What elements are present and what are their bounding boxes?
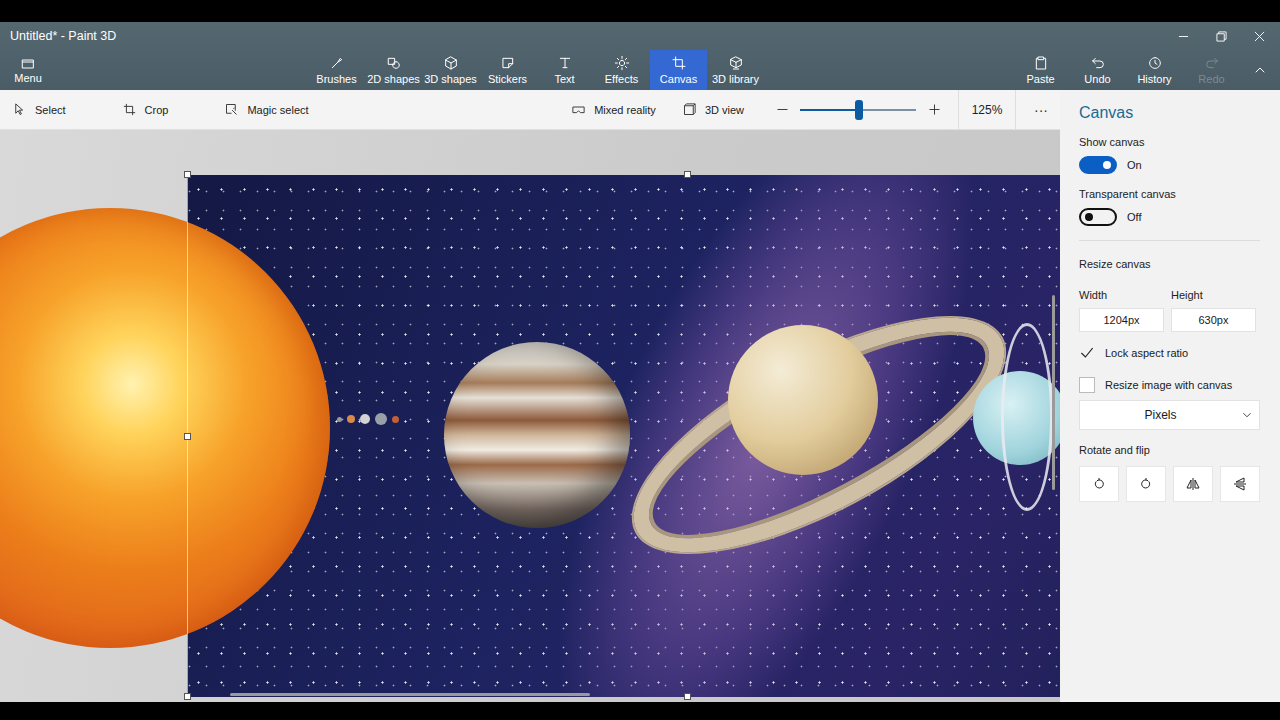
minimize-icon (1178, 31, 1189, 42)
tool-icon (671, 55, 687, 71)
action-icon (1147, 55, 1163, 71)
zoom-reading: 125% (971, 103, 1003, 117)
sub-toolbar: Select Crop Magic select Mixed reality 3D vi… (0, 90, 1060, 130)
size-input[interactable]: 630px (1171, 308, 1256, 332)
sub-tool-icon (122, 102, 137, 117)
rotate-flip-icon (1138, 476, 1154, 492)
chevron-up-icon (1252, 62, 1268, 78)
inner-planets[interactable] (337, 413, 399, 425)
checkbox[interactable] (1079, 377, 1095, 393)
plus-icon (927, 102, 942, 117)
toggle-switch[interactable] (1079, 156, 1117, 174)
bottom-strip (0, 702, 1280, 720)
rotate-flip-button[interactable] (1126, 466, 1166, 502)
tool-icon (614, 55, 630, 71)
units-dropdown[interactable]: Pixels (1079, 400, 1260, 430)
resize-handle[interactable] (684, 171, 691, 178)
title-bar: Untitled* - Paint 3D Menu Brushes2D shapes… (0, 22, 1280, 90)
size-field: Width1204px (1079, 289, 1164, 332)
resize-handle[interactable] (184, 171, 191, 178)
tool-icon (557, 55, 573, 71)
tool-tab[interactable]: Canvas (650, 50, 707, 90)
sub-tool-icon (224, 102, 239, 117)
collapse-button[interactable] (1240, 50, 1280, 90)
toggle-switch[interactable] (1079, 208, 1117, 226)
tool-tab[interactable]: Brushes (308, 50, 365, 90)
tool-tab[interactable]: 3D shapes (422, 50, 479, 90)
action-icon (1033, 55, 1049, 71)
chevron-down-icon (1241, 409, 1253, 421)
panel-title: Canvas (1079, 104, 1260, 122)
tool-tab[interactable]: Stickers (479, 50, 536, 90)
window-title: Untitled* - Paint 3D (0, 29, 116, 43)
rotate-flip-button[interactable] (1079, 466, 1119, 502)
sub-tool-icon (12, 102, 27, 117)
toggle-setting: Show canvasOn (1079, 136, 1260, 174)
action-button[interactable]: Redo (1183, 50, 1240, 90)
action-icon (1090, 55, 1106, 71)
sub-tool-button[interactable]: Select (12, 102, 66, 117)
rotate-flip-button[interactable] (1173, 466, 1213, 502)
action-button[interactable]: Paste (1012, 50, 1069, 90)
zoom-out-button[interactable] (770, 98, 794, 122)
zoom-slider[interactable] (800, 99, 916, 121)
horizontal-scrollbar[interactable] (230, 693, 590, 696)
restore-button[interactable] (1202, 22, 1240, 50)
toggle-setting: Transparent canvasOff (1079, 188, 1260, 226)
tool-tab[interactable]: Effects (593, 50, 650, 90)
rotate-flip-button[interactable] (1220, 466, 1260, 502)
checkmark-icon (1079, 345, 1095, 361)
close-button[interactable] (1240, 22, 1278, 50)
tool-icon (329, 55, 345, 71)
view-button[interactable]: 3D view (682, 102, 744, 117)
top-strip (0, 0, 1280, 22)
rotate-flip-icon (1091, 476, 1107, 492)
menu-button[interactable]: Menu (8, 50, 48, 90)
sub-tool-button[interactable]: Magic select (224, 102, 308, 117)
tool-tab[interactable]: 3D library (707, 50, 764, 90)
jupiter[interactable] (444, 342, 630, 528)
rotate-flip-icon (1185, 476, 1201, 492)
restore-icon (1216, 31, 1227, 42)
uranus-ring[interactable] (1001, 323, 1053, 511)
minimize-button[interactable] (1164, 22, 1202, 50)
checkbox-option[interactable]: Lock aspect ratio (1079, 342, 1260, 364)
tool-icon (500, 55, 516, 71)
canvas-panel: Canvas Show canvasOn Transparent canvasOff… (1060, 90, 1280, 702)
action-button[interactable]: Undo (1069, 50, 1126, 90)
sub-tool-button[interactable]: Crop (122, 102, 169, 117)
uranus[interactable] (973, 371, 1060, 465)
saturn[interactable] (728, 325, 878, 475)
tool-icon (386, 55, 402, 71)
size-input[interactable]: 1204px (1079, 308, 1164, 332)
more-button[interactable]: ··· (1028, 102, 1054, 118)
vertical-scrollbar[interactable] (1052, 295, 1055, 490)
zoom-thumb[interactable] (855, 100, 863, 120)
tool-icon (728, 55, 744, 71)
size-field: Height630px (1171, 289, 1256, 332)
checkbox-option[interactable]: Resize image with canvas (1079, 374, 1260, 396)
canvas-frame (187, 175, 1060, 697)
paint-3d-window: Untitled* - Paint 3D Menu Brushes2D shapes… (0, 0, 1280, 720)
action-icon (1204, 55, 1220, 71)
zoom-in-button[interactable] (922, 98, 946, 122)
workspace (0, 130, 1060, 702)
view-icon (571, 102, 586, 117)
view-button[interactable]: Mixed reality (571, 102, 656, 117)
folder-icon (20, 56, 36, 72)
tool-icon (443, 55, 459, 71)
rotate-flip-icon (1232, 476, 1248, 492)
tool-tab[interactable]: 2D shapes (365, 50, 422, 90)
close-icon (1254, 31, 1265, 42)
resize-handle[interactable] (184, 693, 191, 700)
action-button[interactable]: History (1126, 50, 1183, 90)
view-icon (682, 102, 697, 117)
minus-icon (775, 102, 790, 117)
resize-handle[interactable] (184, 433, 191, 440)
tool-tab[interactable]: Text (536, 50, 593, 90)
resize-handle[interactable] (684, 693, 691, 700)
